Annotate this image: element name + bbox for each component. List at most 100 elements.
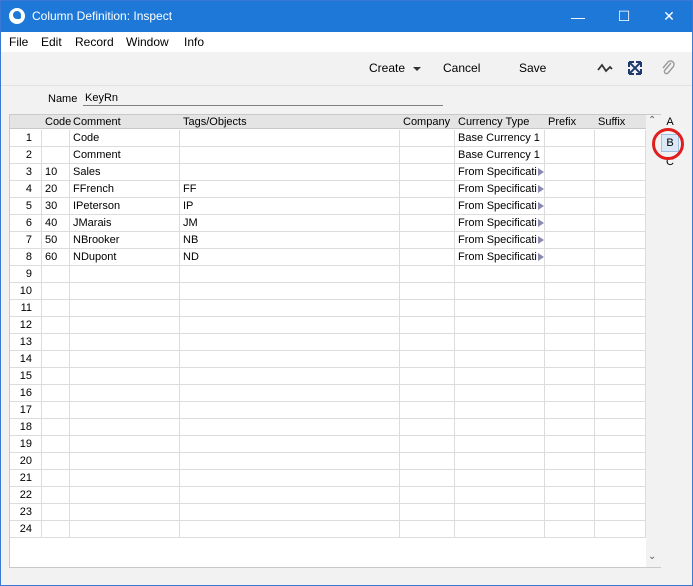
table-row[interactable]: 10 — [10, 283, 646, 300]
cell-currency[interactable] — [455, 436, 545, 453]
cell-currency[interactable]: From Specificati — [455, 232, 545, 249]
table-row[interactable]: 4 20 FFrench FF From Specificati — [10, 181, 646, 198]
table-row[interactable]: 15 — [10, 368, 646, 385]
cell-tags[interactable]: IP — [180, 198, 400, 215]
paste-arrow-icon[interactable] — [538, 253, 544, 261]
cell-code[interactable] — [42, 147, 70, 164]
cell-suffix[interactable] — [595, 249, 646, 266]
cell-tags[interactable] — [180, 521, 400, 538]
cell-tags[interactable] — [180, 504, 400, 521]
cell-company[interactable] — [400, 334, 455, 351]
cell-company[interactable] — [400, 453, 455, 470]
cell-company[interactable] — [400, 351, 455, 368]
cell-tags[interactable] — [180, 470, 400, 487]
cell-company[interactable] — [400, 266, 455, 283]
cell-comment[interactable]: Comment — [70, 147, 180, 164]
table-row[interactable]: 18 — [10, 419, 646, 436]
cell-suffix[interactable] — [595, 283, 646, 300]
cell-code[interactable] — [42, 402, 70, 419]
cell-suffix[interactable] — [595, 521, 646, 538]
cell-code[interactable]: 10 — [42, 164, 70, 181]
cell-suffix[interactable] — [595, 453, 646, 470]
cell-tags[interactable] — [180, 283, 400, 300]
cell-code[interactable] — [42, 130, 70, 147]
cell-prefix[interactable] — [545, 147, 595, 164]
table-row[interactable]: 24 — [10, 521, 646, 538]
cell-code[interactable] — [42, 487, 70, 504]
cell-company[interactable] — [400, 198, 455, 215]
cell-company[interactable] — [400, 368, 455, 385]
cell-prefix[interactable] — [545, 283, 595, 300]
cell-suffix[interactable] — [595, 368, 646, 385]
cell-prefix[interactable] — [545, 487, 595, 504]
cell-company[interactable] — [400, 419, 455, 436]
cell-tags[interactable] — [180, 317, 400, 334]
cell-tags[interactable] — [180, 164, 400, 181]
table-row[interactable]: 19 — [10, 436, 646, 453]
cell-currency[interactable] — [455, 351, 545, 368]
paste-arrow-icon[interactable] — [538, 202, 544, 210]
paste-arrow-icon[interactable] — [538, 236, 544, 244]
cell-tags[interactable]: ND — [180, 249, 400, 266]
cell-company[interactable] — [400, 317, 455, 334]
cell-company[interactable] — [400, 487, 455, 504]
minimize-button[interactable]: — — [555, 1, 601, 32]
cell-code[interactable] — [42, 334, 70, 351]
cell-currency[interactable]: From Specificati — [455, 198, 545, 215]
cell-comment[interactable]: Sales — [70, 164, 180, 181]
cell-currency[interactable]: From Specificati — [455, 249, 545, 266]
cell-suffix[interactable] — [595, 164, 646, 181]
cell-company[interactable] — [400, 147, 455, 164]
cell-suffix[interactable] — [595, 130, 646, 147]
cell-prefix[interactable] — [545, 334, 595, 351]
cell-tags[interactable] — [180, 334, 400, 351]
cell-tags[interactable]: NB — [180, 232, 400, 249]
cell-currency[interactable] — [455, 317, 545, 334]
cell-comment[interactable] — [70, 351, 180, 368]
cell-currency[interactable] — [455, 368, 545, 385]
cell-currency[interactable] — [455, 521, 545, 538]
cell-code[interactable]: 50 — [42, 232, 70, 249]
cell-tags[interactable] — [180, 402, 400, 419]
cell-prefix[interactable] — [545, 436, 595, 453]
create-button[interactable]: Create — [369, 61, 422, 75]
cell-company[interactable] — [400, 181, 455, 198]
cell-currency[interactable] — [455, 504, 545, 521]
cell-prefix[interactable] — [545, 453, 595, 470]
cell-comment[interactable] — [70, 436, 180, 453]
cell-prefix[interactable] — [545, 521, 595, 538]
cell-suffix[interactable] — [595, 487, 646, 504]
cell-tags[interactable] — [180, 147, 400, 164]
cell-company[interactable] — [400, 232, 455, 249]
cell-suffix[interactable] — [595, 181, 646, 198]
cell-code[interactable]: 20 — [42, 181, 70, 198]
menu-info[interactable]: Info — [184, 35, 204, 49]
table-row[interactable]: 17 — [10, 402, 646, 419]
cell-company[interactable] — [400, 470, 455, 487]
cell-code[interactable] — [42, 521, 70, 538]
scroll-up-icon[interactable]: ⌃ — [648, 115, 656, 126]
table-row[interactable]: 7 50 NBrooker NB From Specificati — [10, 232, 646, 249]
cell-prefix[interactable] — [545, 164, 595, 181]
cell-suffix[interactable] — [595, 215, 646, 232]
cell-tags[interactable] — [180, 266, 400, 283]
cell-tags[interactable] — [180, 351, 400, 368]
cell-prefix[interactable] — [545, 351, 595, 368]
table-row[interactable]: 1 Code Base Currency 1 — [10, 130, 646, 147]
cell-code[interactable] — [42, 385, 70, 402]
activity-icon[interactable] — [596, 59, 614, 77]
cell-company[interactable] — [400, 402, 455, 419]
cell-company[interactable] — [400, 283, 455, 300]
cell-comment[interactable] — [70, 470, 180, 487]
cell-code[interactable] — [42, 283, 70, 300]
cell-tags[interactable]: JM — [180, 215, 400, 232]
cell-tags[interactable] — [180, 487, 400, 504]
cell-comment[interactable] — [70, 317, 180, 334]
cell-comment[interactable] — [70, 453, 180, 470]
cell-code[interactable] — [42, 504, 70, 521]
cell-currency[interactable]: Base Currency 1 — [455, 147, 545, 164]
cell-prefix[interactable] — [545, 249, 595, 266]
name-field[interactable]: KeyRn — [85, 92, 118, 104]
cell-currency[interactable]: Base Currency 1 — [455, 130, 545, 147]
cell-code[interactable] — [42, 368, 70, 385]
